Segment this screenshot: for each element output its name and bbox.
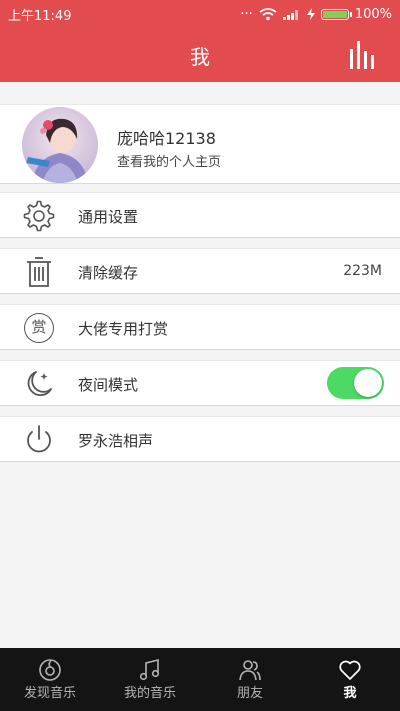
avatar[interactable] bbox=[22, 107, 98, 183]
profile-card[interactable]: 庞哈哈12138 查看我的个人主页 bbox=[0, 104, 400, 184]
menu-item-reward[interactable]: 赏 大佬专用打赏 bbox=[0, 304, 400, 350]
reward-icon-char: 赏 bbox=[31, 318, 47, 336]
tab-friends[interactable]: 朋友 bbox=[200, 648, 300, 711]
cache-size: 223M bbox=[343, 263, 382, 279]
bottom-nav: 发现音乐 我的音乐 朋友 我 bbox=[0, 648, 400, 711]
menu-item-night-mode: 夜间模式 bbox=[0, 360, 400, 406]
menu-item-label: 夜间模式 bbox=[78, 376, 139, 394]
dots-icon: ··· bbox=[240, 6, 253, 22]
gear-icon bbox=[23, 200, 55, 232]
menu-item-clear-cache[interactable]: 清除缓存 223M bbox=[0, 248, 400, 294]
reward-icon: 赏 bbox=[24, 313, 54, 343]
avatar-image bbox=[22, 107, 98, 183]
tab-label: 朋友 bbox=[236, 686, 263, 701]
trash-icon bbox=[27, 257, 51, 287]
toggle-knob bbox=[354, 369, 382, 397]
menu-item-label: 罗永浩相声 bbox=[78, 432, 154, 450]
profile-name: 庞哈哈12138 bbox=[117, 129, 216, 148]
page-title: 我 bbox=[190, 44, 210, 69]
bar-chart-icon[interactable] bbox=[348, 41, 378, 69]
status-bar: 上午11:49 ··· 100% bbox=[0, 0, 400, 28]
tab-my-music[interactable]: 我的音乐 bbox=[100, 648, 200, 711]
status-icons: ··· 100% bbox=[240, 7, 392, 22]
main-content: 庞哈哈12138 查看我的个人主页 通用设置 清除缓存 223M 赏 大佬专用打… bbox=[0, 82, 400, 648]
power-icon bbox=[27, 425, 51, 453]
charging-icon bbox=[306, 8, 315, 20]
music-note-icon bbox=[139, 658, 160, 681]
battery-icon bbox=[320, 8, 352, 20]
tab-discover-music[interactable]: 发现音乐 bbox=[0, 648, 100, 711]
wifi-icon bbox=[259, 7, 277, 20]
profile-subtitle: 查看我的个人主页 bbox=[117, 155, 222, 170]
menu-item-label: 清除缓存 bbox=[78, 264, 139, 282]
heart-icon bbox=[339, 660, 361, 680]
signal-icon bbox=[282, 10, 298, 20]
night-mode-toggle[interactable] bbox=[327, 367, 384, 399]
menu-item-label: 大佬专用打赏 bbox=[78, 320, 169, 338]
tab-me[interactable]: 我 bbox=[300, 648, 400, 711]
menu-item-label: 通用设置 bbox=[78, 208, 139, 226]
menu-item-luo-crosstalk[interactable]: 罗永浩相声 bbox=[0, 416, 400, 462]
friends-icon bbox=[239, 660, 261, 681]
app-header: 我 bbox=[0, 28, 400, 82]
tab-label: 我 bbox=[343, 686, 357, 701]
menu-item-general-settings[interactable]: 通用设置 bbox=[0, 192, 400, 238]
tab-label: 发现音乐 bbox=[23, 686, 76, 701]
battery-percent: 100% bbox=[354, 6, 392, 22]
moon-icon bbox=[27, 371, 52, 396]
status-time: 上午11:49 bbox=[8, 8, 72, 24]
tab-label: 我的音乐 bbox=[123, 686, 176, 701]
disc-icon bbox=[39, 659, 61, 681]
